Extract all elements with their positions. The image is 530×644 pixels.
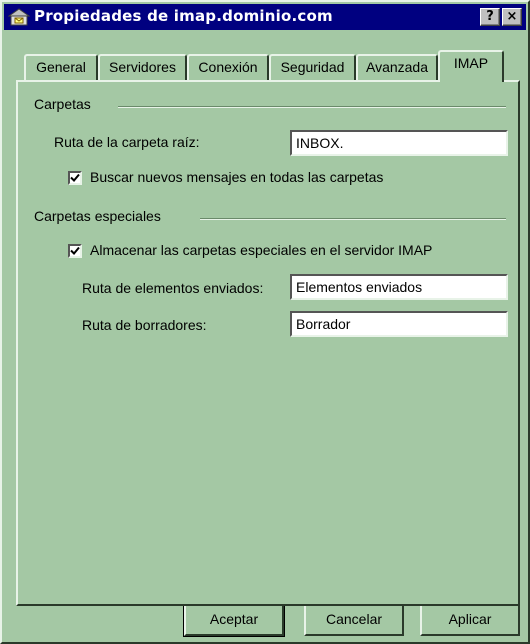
check-new-messages-label[interactable]: Buscar nuevos mensajes en todas las carp…	[90, 169, 383, 185]
tab-imap[interactable]: IMAP	[438, 50, 504, 82]
tab-avanzada[interactable]: Avanzada	[356, 54, 438, 80]
sent-items-path-input[interactable]: Elementos enviados	[290, 274, 508, 300]
carpetas-group-divider	[118, 106, 506, 108]
tab-servidores[interactable]: Servidores	[98, 54, 187, 80]
window-title: Propiedades de imap.dominio.com	[34, 7, 333, 25]
title-bar[interactable]: Propiedades de imap.dominio.com ? ×	[4, 4, 526, 30]
carpetas-group-label: Carpetas	[34, 96, 91, 112]
cancel-button[interactable]: Cancelar	[304, 602, 404, 636]
imap-tab-panel: Carpetas Ruta de la carpeta raíz: INBOX.…	[16, 80, 520, 606]
properties-dialog: Propiedades de imap.dominio.com ? × Gene…	[0, 0, 530, 644]
apply-button[interactable]: Aplicar	[420, 602, 520, 636]
root-folder-input[interactable]: INBOX.	[290, 130, 508, 156]
tab-general[interactable]: General	[24, 54, 98, 80]
drafts-path-label: Ruta de borradores:	[82, 317, 207, 333]
store-special-folders-label[interactable]: Almacenar las carpetas especiales en el …	[90, 242, 432, 258]
store-special-folders-checkbox[interactable]	[68, 244, 82, 258]
ok-button[interactable]: Aceptar	[183, 601, 285, 637]
tab-seguridad[interactable]: Seguridad	[269, 54, 356, 80]
especiales-group-label: Carpetas especiales	[34, 208, 161, 224]
especiales-group-divider	[200, 218, 506, 220]
mail-account-icon	[7, 7, 31, 27]
check-new-messages-checkbox[interactable]	[68, 171, 82, 185]
close-button[interactable]: ×	[502, 8, 522, 26]
root-folder-label: Ruta de la carpeta raíz:	[54, 134, 200, 150]
drafts-path-input[interactable]: Borrador	[290, 311, 508, 337]
sent-items-path-label: Ruta de elementos enviados:	[82, 280, 264, 296]
tab-conexion[interactable]: Conexión	[187, 54, 269, 80]
help-button[interactable]: ?	[480, 8, 500, 26]
